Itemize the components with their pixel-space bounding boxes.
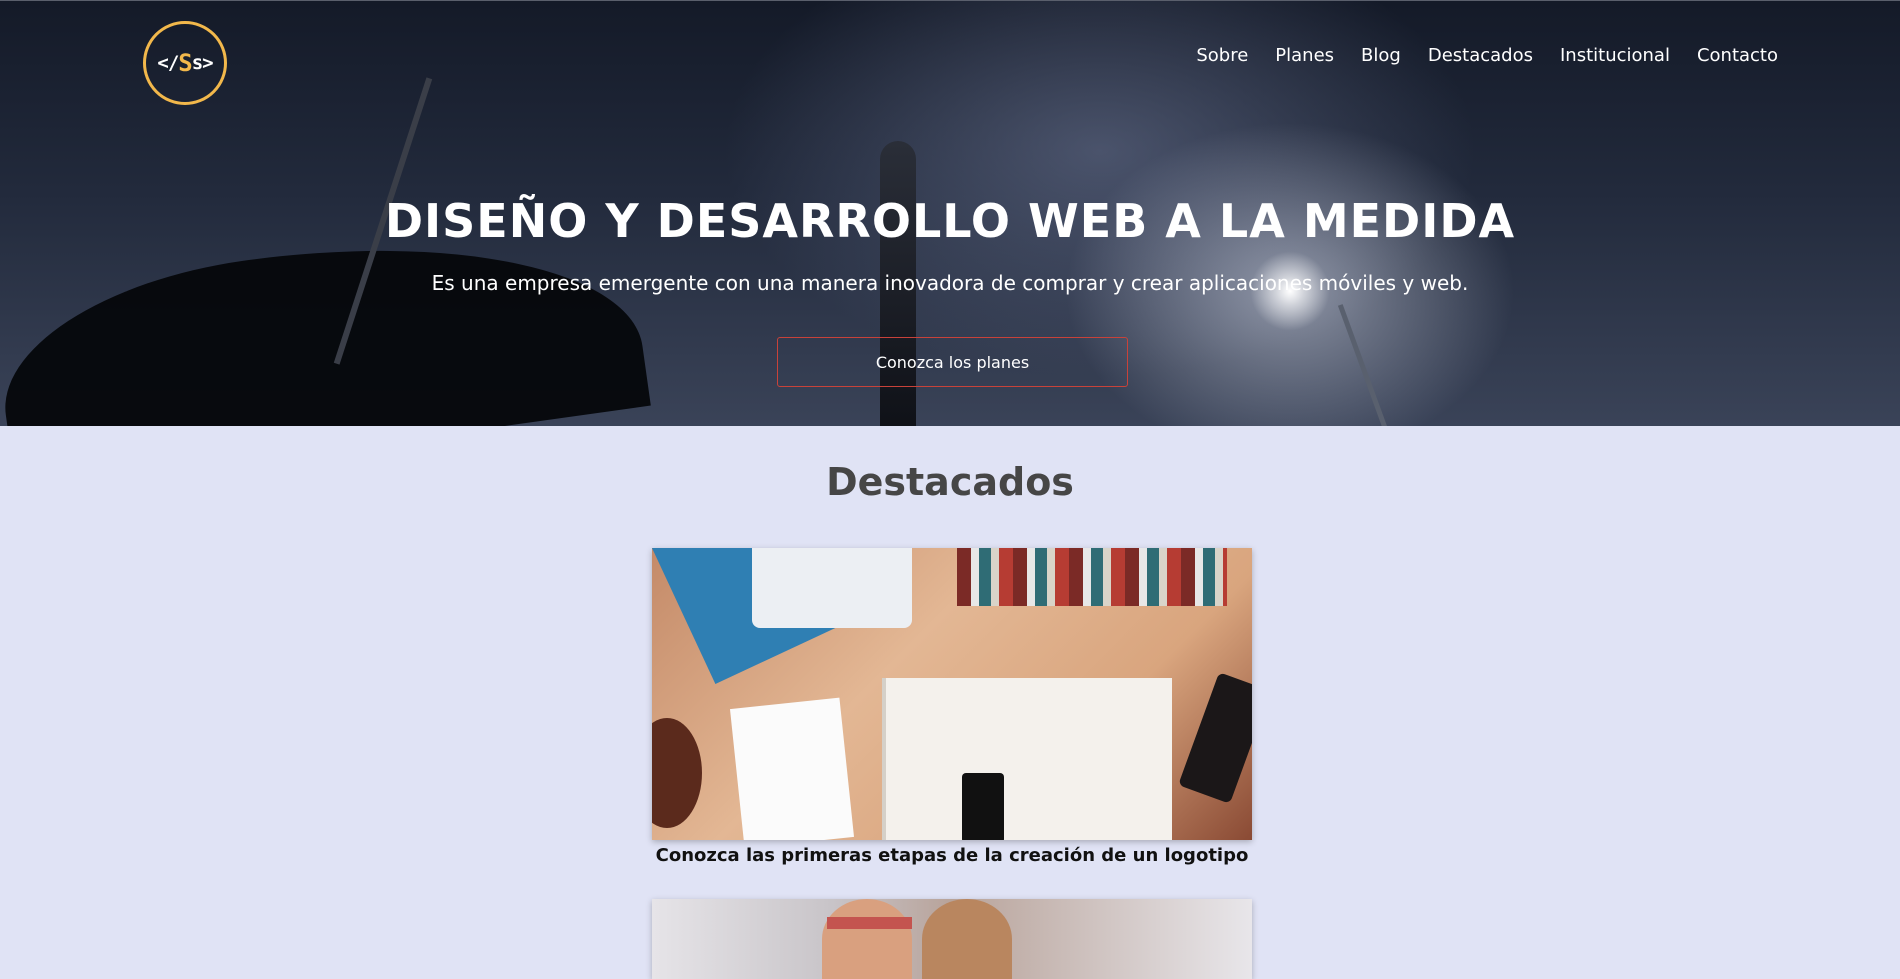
phone-graphic (962, 773, 1004, 840)
logo-text-right: s> (191, 52, 214, 74)
logo-text-left: </ (157, 52, 179, 74)
nav-item-destacados[interactable]: Destacados (1428, 45, 1533, 66)
main-nav: Sobre Planes Blog Destacados Institucion… (1169, 45, 1778, 66)
headband-graphic (827, 917, 912, 929)
notebook-graphic (729, 697, 855, 840)
nav-item-blog[interactable]: Blog (1361, 45, 1401, 66)
books-graphic (957, 548, 1227, 606)
view-plans-button[interactable]: Conozca los planes (777, 337, 1128, 387)
bowl-graphic (652, 718, 702, 828)
nav-item-contacto[interactable]: Contacto (1697, 45, 1778, 66)
magazine-graphic (882, 678, 1172, 840)
nav-item-planes[interactable]: Planes (1275, 45, 1334, 66)
logo-text-accent: S (178, 49, 192, 77)
tablet-graphic (1178, 672, 1252, 804)
keyboard-graphic (752, 548, 912, 628)
featured-card-title[interactable]: Conozca las primeras etapas de la creaci… (652, 845, 1252, 866)
site-logo[interactable]: </Ss> (143, 21, 227, 105)
person-graphic (822, 899, 912, 979)
featured-title: Destacados (826, 460, 1074, 504)
hero-background-crane (1337, 304, 1388, 426)
hero-subtitle: Es una empresa emergente con una manera … (431, 271, 1469, 295)
nav-item-sobre[interactable]: Sobre (1196, 45, 1248, 66)
person-graphic (922, 899, 1012, 979)
featured-card-image-logo-desk[interactable] (652, 548, 1252, 840)
nav-item-institucional[interactable]: Institucional (1560, 45, 1670, 66)
hero-section: </Ss> Sobre Planes Blog Destacados Insti… (0, 0, 1900, 426)
featured-card-image-people[interactable] (652, 899, 1252, 979)
hero-title: DISEÑO Y DESARROLLO WEB A LA MEDIDA (384, 194, 1516, 248)
